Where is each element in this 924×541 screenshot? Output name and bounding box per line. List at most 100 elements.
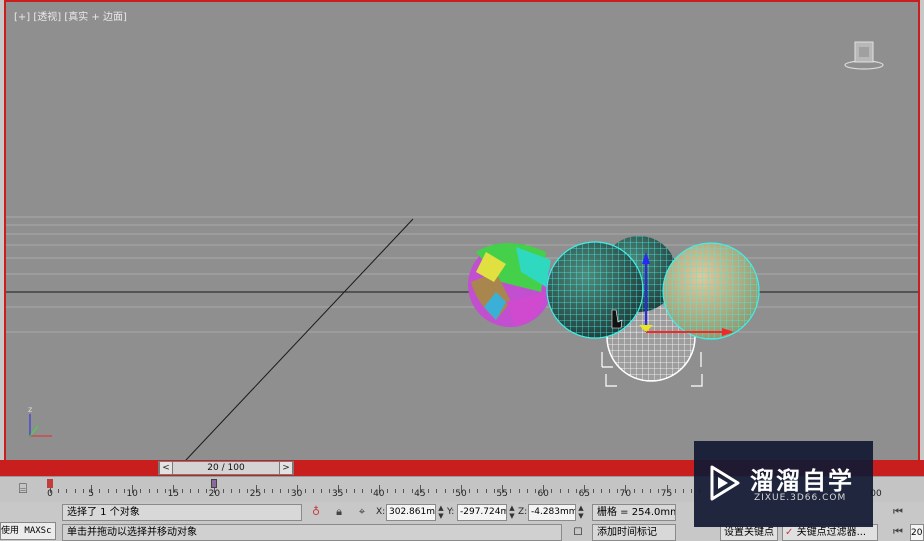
timeline-tick-label: 50 bbox=[455, 489, 467, 499]
timeline-tick bbox=[526, 489, 528, 493]
x-label: X: bbox=[376, 507, 386, 517]
timeline-tick bbox=[387, 489, 389, 493]
play-logo-icon bbox=[710, 465, 740, 501]
timeline-tick bbox=[354, 489, 356, 493]
timeline-tick-label: 40 bbox=[373, 489, 385, 499]
svg-text:z: z bbox=[28, 405, 32, 414]
z-coordinate-field[interactable]: -4.283mm bbox=[528, 504, 576, 521]
lock-icon[interactable]: 🔒︎ bbox=[331, 504, 347, 519]
timeline-tick bbox=[239, 489, 241, 493]
timeline-tick bbox=[206, 489, 208, 493]
timeline-tick bbox=[280, 489, 282, 493]
timeline-tick bbox=[263, 489, 265, 493]
timeline-tick bbox=[140, 489, 142, 493]
timeline-tick bbox=[181, 489, 183, 493]
timeline-tick-label: 0 bbox=[47, 489, 53, 499]
timeline-tick bbox=[148, 489, 150, 493]
timeline-tick bbox=[156, 489, 158, 493]
timeline-tick bbox=[321, 489, 323, 493]
timeline-tick bbox=[658, 489, 660, 493]
timeline-tick-label: 5 bbox=[88, 489, 94, 499]
z-spinner[interactable]: ▲ ▼ bbox=[577, 504, 585, 521]
perspective-viewport[interactable]: z [+] [透视] [真实 + 边面] bbox=[4, 0, 920, 462]
timeline-tick bbox=[82, 489, 84, 493]
timeline-tick bbox=[608, 489, 610, 493]
time-tag-icon[interactable]: ☐ bbox=[570, 524, 586, 541]
timeline-tick bbox=[107, 489, 109, 493]
time-slider-readout: 20 / 100 bbox=[207, 463, 245, 473]
timeline-ruler[interactable]: 0 5 10 15 20 25 30 35 40 45 50 55 60 65 70 75 00 bbox=[40, 477, 882, 503]
timeline-tick-label: 70 bbox=[619, 489, 632, 499]
selection-status: 选择了 1 个对象 bbox=[62, 504, 302, 521]
timeline-tick bbox=[436, 489, 438, 493]
prev-frame-button[interactable]: < bbox=[159, 462, 173, 474]
current-frame-marker[interactable] bbox=[211, 479, 218, 488]
timeline-tick bbox=[559, 489, 561, 493]
timeline-tick bbox=[633, 489, 635, 493]
y-coordinate-field[interactable]: -297.724m bbox=[457, 504, 507, 521]
absolute-mode-icon[interactable]: ⌖ bbox=[354, 504, 370, 519]
timeline-tick-label: 55 bbox=[496, 489, 508, 499]
next-frame-button[interactable]: > bbox=[279, 462, 293, 474]
grid-axis-y bbox=[185, 218, 414, 460]
timeline-tick-label: 75 bbox=[660, 489, 673, 499]
z-label: Z: bbox=[518, 507, 528, 517]
viewport-label[interactable]: [+] [透视] [真实 + 边面] bbox=[14, 8, 127, 23]
timeline-tick-label: 60 bbox=[537, 489, 549, 499]
timeline-tick bbox=[600, 489, 602, 493]
timeline-tick bbox=[551, 489, 553, 493]
timeline-tick bbox=[271, 489, 273, 493]
y-label: Y: bbox=[447, 507, 455, 517]
x-spinner[interactable]: ▲ ▼ bbox=[437, 504, 445, 521]
timeline-tick bbox=[674, 489, 676, 493]
timeline-tick-label: 35 bbox=[331, 489, 344, 499]
timeline-tick-label: 65 bbox=[578, 489, 591, 499]
goto-start-icon-2[interactable]: ⏮ bbox=[890, 524, 906, 539]
timeline-tick bbox=[362, 489, 364, 493]
watermark-title: 溜溜自学 bbox=[750, 467, 854, 495]
multicolor-sphere bbox=[468, 243, 552, 327]
key-filters-label: 关键点过滤器... bbox=[796, 527, 867, 538]
timeline-tick bbox=[395, 489, 397, 493]
current-frame-field[interactable]: 20 bbox=[910, 524, 924, 541]
add-time-tag-button[interactable]: 添加时间标记 bbox=[592, 524, 676, 541]
track-bar-icon[interactable]: ⌸ bbox=[12, 481, 34, 497]
timeline-tick bbox=[650, 489, 652, 493]
timeline-tick bbox=[288, 489, 290, 493]
timeline-tick-label: 15 bbox=[167, 489, 180, 499]
timeline-tick bbox=[691, 489, 693, 493]
timeline-tick bbox=[230, 489, 232, 493]
timeline-tick bbox=[115, 489, 117, 493]
timeline-tick-label: 20 bbox=[208, 489, 221, 499]
wire-sphere-front bbox=[546, 241, 644, 339]
viewcube-icon[interactable] bbox=[844, 40, 884, 72]
timeline-tick bbox=[617, 489, 619, 493]
timeline-tick bbox=[197, 489, 199, 493]
timeline-tick-label: 45 bbox=[414, 489, 426, 499]
grid-size-readout: 栅格 = 254.0mm bbox=[592, 504, 676, 521]
time-slider[interactable]: < 20 / 100 > bbox=[158, 461, 294, 475]
maxscript-listener[interactable]: 使用 MAXSc bbox=[0, 522, 56, 540]
goto-start-icon[interactable]: ⏮ bbox=[890, 504, 906, 519]
timeline-tick bbox=[247, 489, 249, 493]
axis-tripod-icon: z bbox=[28, 405, 52, 437]
timeline-tick bbox=[329, 489, 331, 493]
timeline-tick bbox=[682, 489, 684, 493]
watermark-logo: 溜溜自学 ZIXUE.3D66.COM bbox=[694, 441, 873, 527]
prompt-line: 单击并拖动以选择并移动对象 bbox=[62, 524, 562, 541]
isolate-icon[interactable]: ♁ bbox=[308, 504, 324, 519]
timeline-tick bbox=[123, 489, 125, 493]
x-coordinate-field[interactable]: 302.861mr bbox=[386, 504, 436, 521]
timeline-start-marker bbox=[47, 479, 53, 488]
timeline-tick bbox=[74, 489, 76, 493]
home-grid bbox=[6, 216, 918, 333]
timeline-tick bbox=[592, 489, 594, 493]
timeline-tick bbox=[165, 489, 167, 493]
timeline-tick-label: 25 bbox=[249, 489, 262, 499]
timeline-tick bbox=[518, 489, 520, 493]
timeline-tick bbox=[567, 489, 569, 493]
timeline-tick bbox=[428, 489, 430, 493]
y-spinner[interactable]: ▲ ▼ bbox=[508, 504, 516, 521]
timeline-tick bbox=[411, 489, 413, 493]
timeline-tick bbox=[493, 489, 495, 493]
